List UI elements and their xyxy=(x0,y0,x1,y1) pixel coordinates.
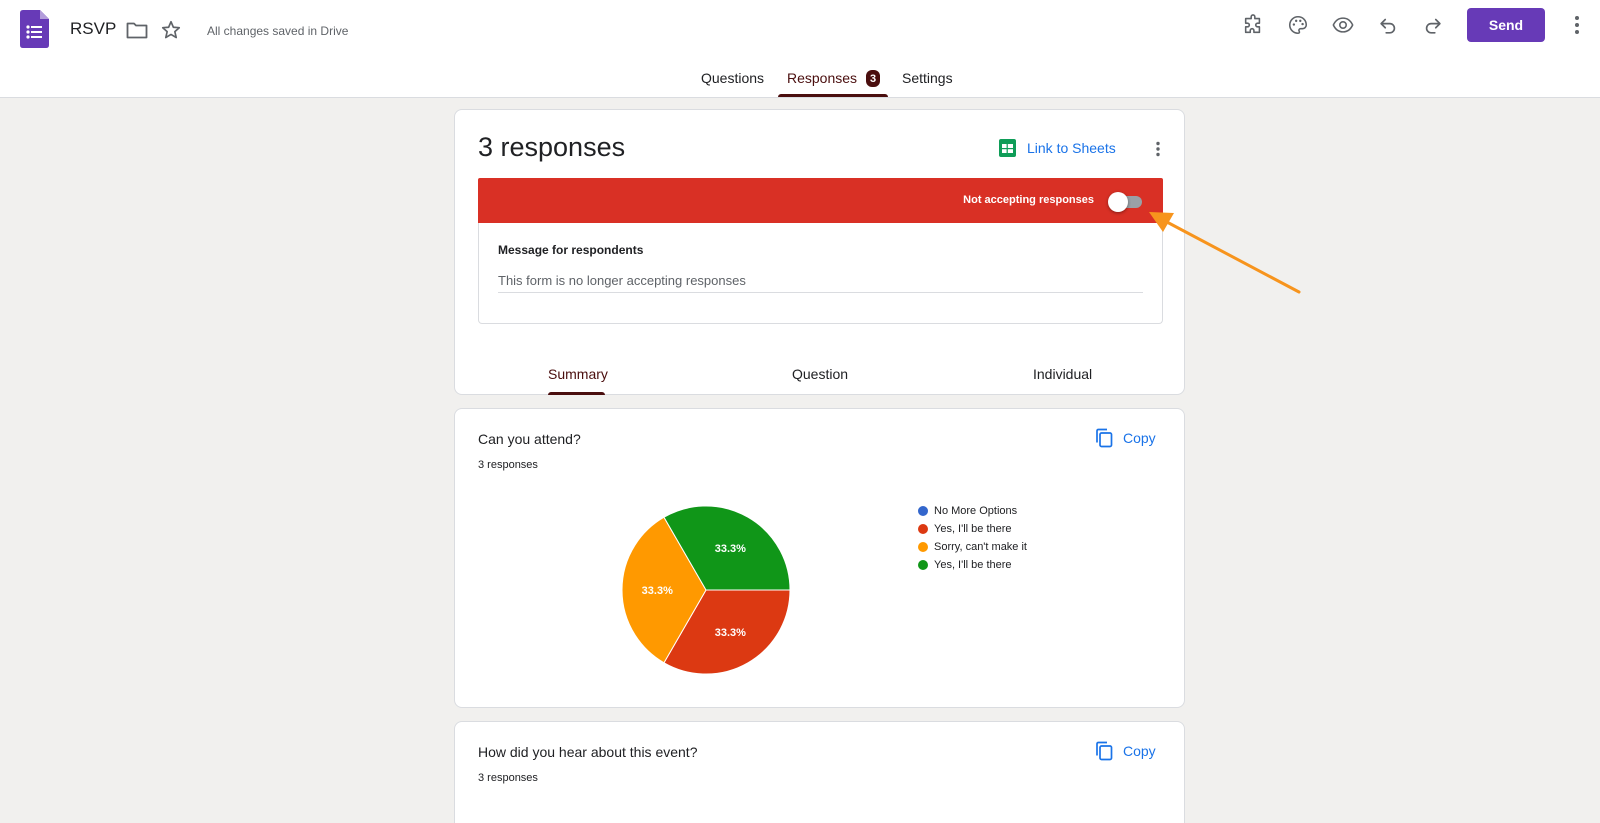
pie-slice-label: 33.3% xyxy=(715,543,746,555)
forms-logo[interactable] xyxy=(20,10,49,48)
legend-item: Yes, I'll be there xyxy=(918,556,1027,574)
responses-count-title: 3 responses xyxy=(478,132,626,162)
copy-label: Copy xyxy=(1123,743,1156,759)
legend-item: No More Options xyxy=(918,502,1027,520)
send-button[interactable]: Send xyxy=(1467,8,1545,42)
legend-item: Yes, I'll be there xyxy=(918,520,1027,538)
legend-label: Yes, I'll be there xyxy=(934,559,1012,571)
more-vert-icon[interactable] xyxy=(1563,11,1591,39)
redo-icon[interactable] xyxy=(1419,11,1447,39)
active-tab-indicator xyxy=(778,94,888,97)
undo-icon[interactable] xyxy=(1374,11,1402,39)
respondent-message-input[interactable] xyxy=(498,269,1143,293)
subtab-individual[interactable]: Individual xyxy=(1033,366,1092,382)
toggle-thumb xyxy=(1108,192,1128,212)
legend-label: Sorry, can't make it xyxy=(934,541,1027,553)
accepting-status-label: Not accepting responses xyxy=(963,194,1094,206)
link-to-sheets-label: Link to Sheets xyxy=(1027,140,1116,156)
pie-slice-label: 33.3% xyxy=(715,627,746,639)
preview-eye-icon[interactable] xyxy=(1329,11,1357,39)
legend-label: Yes, I'll be there xyxy=(934,523,1012,535)
document-title[interactable]: RSVP xyxy=(70,19,116,39)
app-header: RSVP All changes saved in Drive Send Que… xyxy=(0,0,1600,98)
tab-questions[interactable]: Questions xyxy=(701,70,764,86)
copy-chart-button[interactable]: Copy xyxy=(1095,740,1156,762)
pie-slice-label: 33.3% xyxy=(642,585,673,597)
responses-summary-card: 3 responses Link to Sheets Not accepting… xyxy=(454,109,1185,395)
question-summary-card: How did you hear about this event? 3 res… xyxy=(454,721,1185,823)
question-summary-card: Can you attend? 3 responses Copy 33.3% 33… xyxy=(454,408,1185,708)
subtab-question[interactable]: Question xyxy=(792,366,848,382)
question-response-count: 3 responses xyxy=(478,772,538,784)
legend-swatch xyxy=(918,560,928,570)
chart-legend: No More Options Yes, I'll be there Sorry, … xyxy=(918,502,1027,574)
legend-label: No More Options xyxy=(934,505,1018,517)
palette-icon[interactable] xyxy=(1284,11,1312,39)
legend-swatch xyxy=(918,542,928,552)
not-accepting-banner: Not accepting responses xyxy=(478,178,1163,223)
legend-swatch xyxy=(918,524,928,534)
sheets-icon xyxy=(999,139,1016,157)
form-tabs: Questions Responses 3 Settings xyxy=(0,62,1600,98)
accepting-responses-toggle[interactable] xyxy=(1108,192,1144,212)
responses-more-icon[interactable] xyxy=(1146,137,1170,161)
addons-icon[interactable] xyxy=(1239,11,1267,39)
folder-icon[interactable] xyxy=(123,16,151,44)
legend-swatch xyxy=(918,506,928,516)
respondent-message-box: Message for respondents xyxy=(478,223,1163,324)
star-icon[interactable] xyxy=(157,16,185,44)
tab-settings[interactable]: Settings xyxy=(902,70,953,86)
subtab-summary[interactable]: Summary xyxy=(548,366,608,382)
question-title: How did you hear about this event? xyxy=(478,744,698,760)
link-to-sheets-button[interactable]: Link to Sheets xyxy=(999,137,1116,159)
message-label: Message for respondents xyxy=(498,243,644,257)
save-status: All changes saved in Drive xyxy=(207,24,349,38)
responses-count-badge: 3 xyxy=(866,70,880,87)
pie-chart: 33.3% 33.3% 33.3% xyxy=(621,505,791,675)
copy-icon xyxy=(1096,741,1113,761)
tab-responses[interactable]: Responses xyxy=(787,70,857,86)
active-subtab-indicator xyxy=(548,392,605,395)
legend-item: Sorry, can't make it xyxy=(918,538,1027,556)
